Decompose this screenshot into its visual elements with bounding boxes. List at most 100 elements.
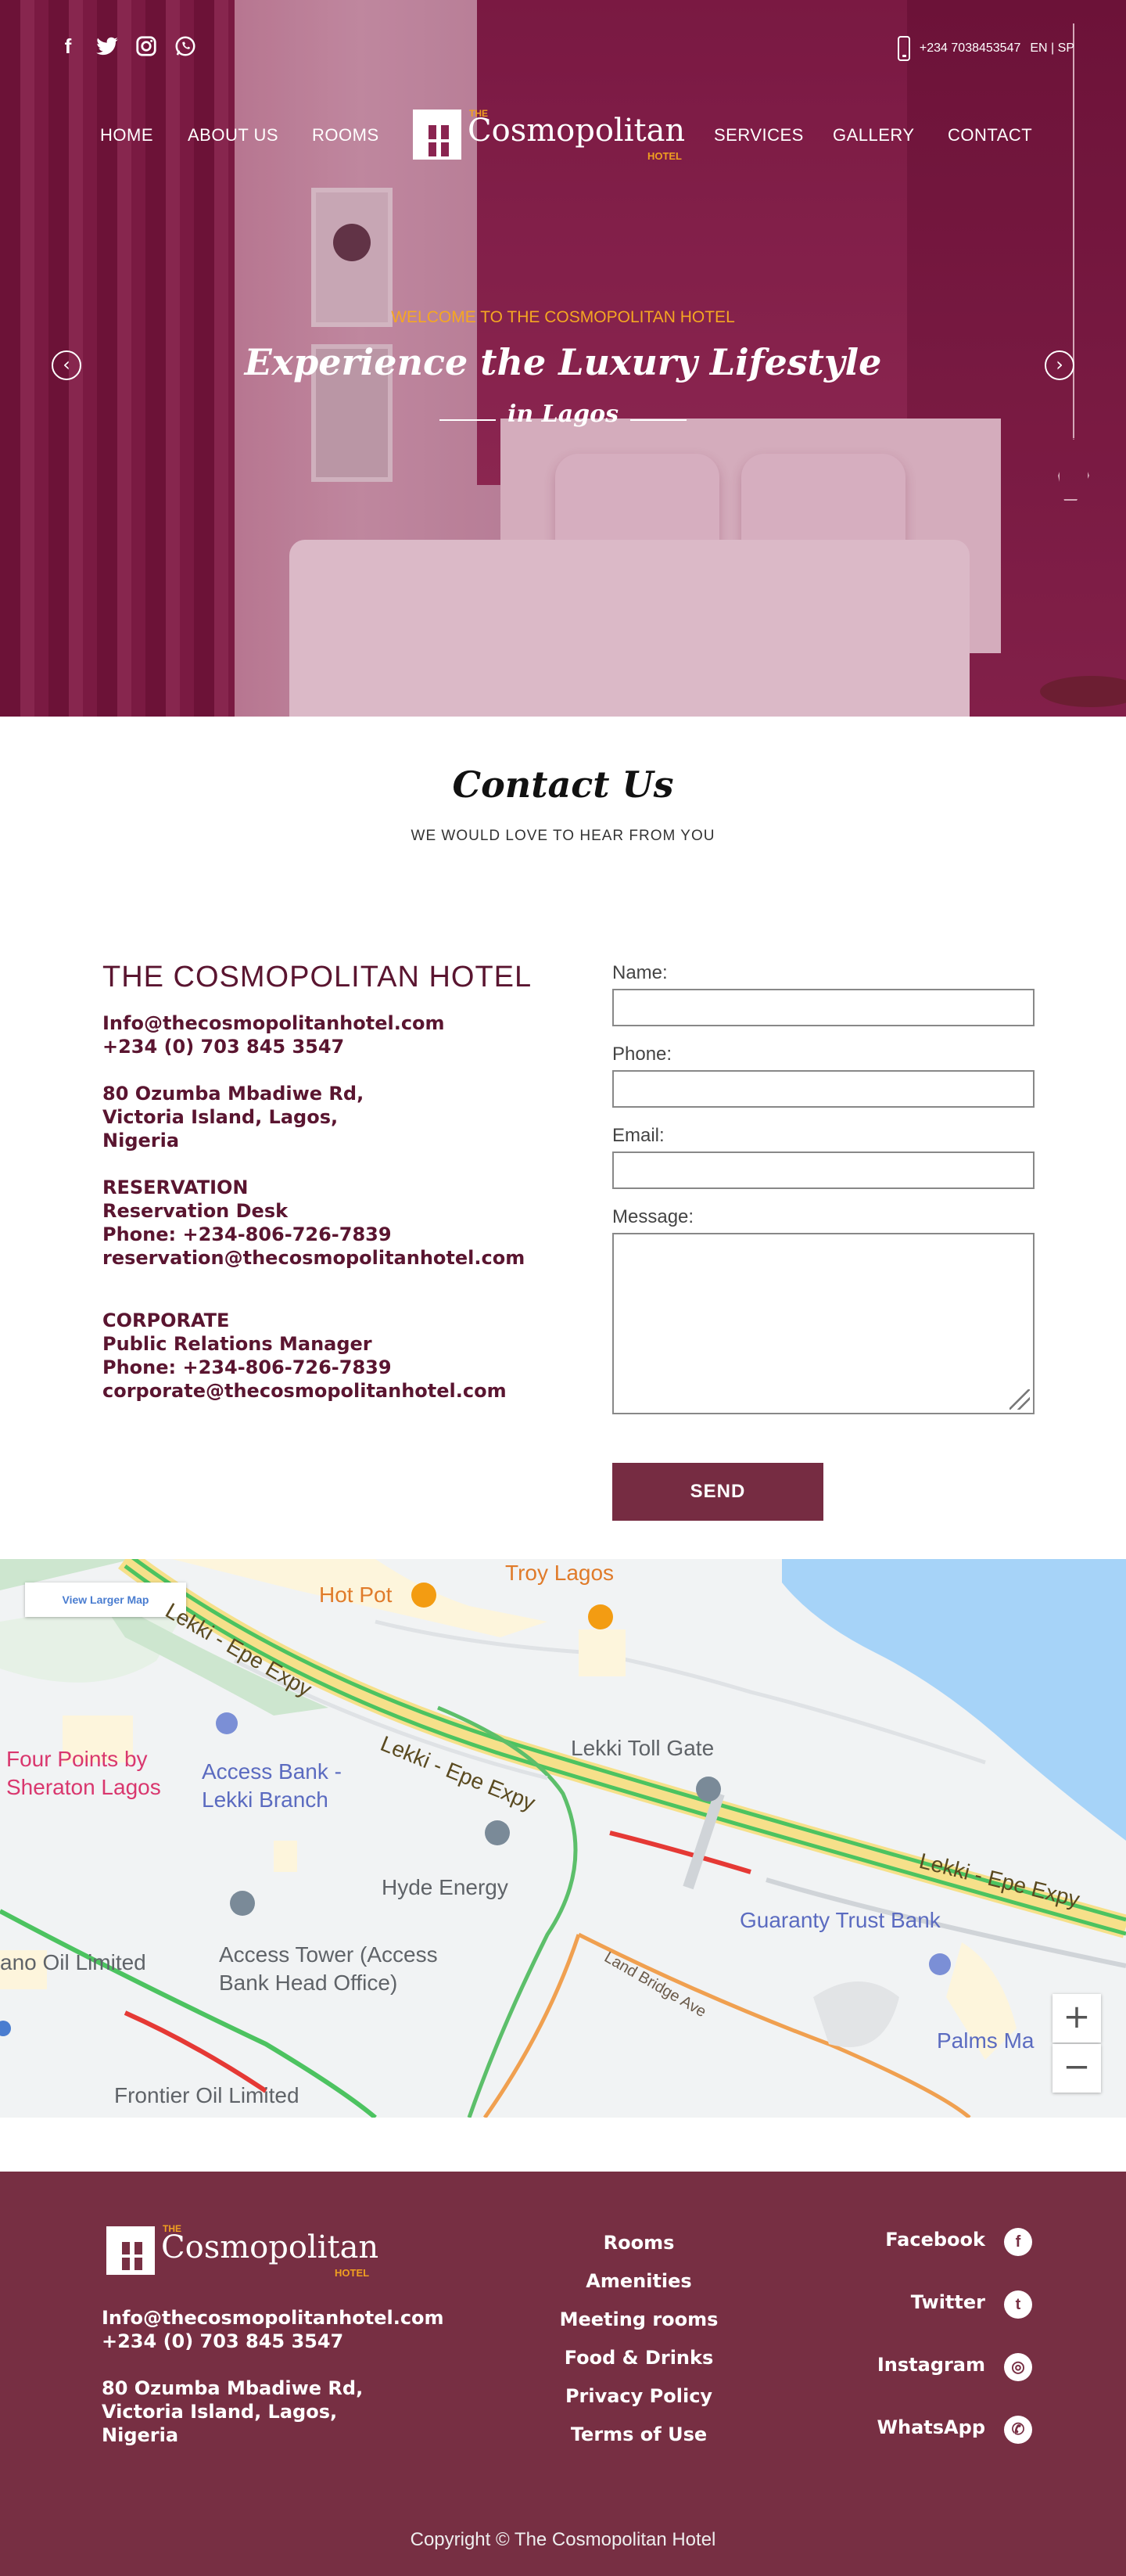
facebook-icon[interactable]: f bbox=[56, 34, 80, 58]
logo-name: Cosmopolitan bbox=[468, 113, 686, 149]
map-label[interactable]: Access Bank - bbox=[202, 1759, 342, 1784]
map-label[interactable]: ano Oil Limited bbox=[0, 1950, 146, 1975]
map-label[interactable]: Sheraton Lagos bbox=[6, 1775, 161, 1800]
corporate-heading: CORPORATE bbox=[102, 1310, 230, 1331]
corporate-email[interactable]: corporate@thecosmopolitanhotel.com bbox=[102, 1379, 540, 1403]
hero-welcome: WELCOME TO THE COSMOPOLITAN HOTEL bbox=[391, 308, 735, 326]
building-icon bbox=[413, 110, 461, 160]
map-label[interactable]: Frontier Oil Limited bbox=[114, 2083, 299, 2108]
page-title: Contact Us bbox=[452, 763, 674, 806]
hotel-logo[interactable]: THE Cosmopolitan HOTEL bbox=[413, 108, 686, 163]
map-label[interactable]: Four Points by bbox=[6, 1747, 148, 1772]
footer-link-privacy-policy[interactable]: Privacy Policy bbox=[508, 2381, 769, 2420]
google-map[interactable]: View Larger Map Hot Pot Troy Lagos Lekki… bbox=[0, 1559, 1126, 2118]
logo-hotel: HOTEL bbox=[335, 2267, 370, 2279]
map-label[interactable]: Palms Ma bbox=[937, 2028, 1034, 2053]
map-label[interactable]: Lekki Toll Gate bbox=[571, 1736, 714, 1761]
nav-services[interactable]: SERVICES bbox=[714, 125, 804, 146]
whatsapp-icon[interactable] bbox=[174, 34, 197, 58]
hotel-name: THE COSMOPOLITAN HOTEL bbox=[102, 961, 533, 993]
footer-contact-info: Info@thecosmopolitanhotel.com +234 (0) 7… bbox=[102, 2306, 444, 2447]
footer-phone[interactable]: +234 (0) 703 845 3547 bbox=[102, 2330, 444, 2353]
name-label: Name: bbox=[612, 962, 668, 983]
footer: THE Cosmopolitan HOTEL Info@thecosmopoli… bbox=[0, 2172, 1126, 2576]
message-label: Message: bbox=[612, 1206, 694, 1227]
footer-logo[interactable]: THE Cosmopolitan HOTEL bbox=[106, 2223, 379, 2279]
email-label: Email: bbox=[612, 1125, 665, 1146]
hero-subtitle: in Lagos bbox=[507, 401, 619, 428]
building-icon bbox=[106, 2226, 155, 2275]
corporate-desk: Public Relations Manager bbox=[102, 1333, 372, 1355]
footer-email[interactable]: Info@thecosmopolitanhotel.com bbox=[102, 2306, 444, 2330]
zoom-out-button[interactable]: − bbox=[1052, 2044, 1101, 2093]
social-label: Instagram bbox=[877, 2354, 985, 2376]
social-links: f bbox=[56, 34, 197, 58]
map-label[interactable]: Troy Lagos bbox=[505, 1561, 614, 1586]
contact-phone[interactable]: +234 (0) 703 845 3547 bbox=[102, 1035, 540, 1058]
view-larger-map-link[interactable]: View Larger Map bbox=[25, 1583, 186, 1617]
logo-hotel: HOTEL bbox=[647, 150, 682, 162]
corporate-phone[interactable]: Phone: +234-806-726-7839 bbox=[102, 1356, 540, 1379]
footer-social-twitter[interactable]: Twitter t bbox=[829, 2289, 1032, 2351]
footer-social-whatsapp[interactable]: WhatsApp ✆ bbox=[829, 2414, 1032, 2477]
logo-name: Cosmopolitan bbox=[161, 2229, 379, 2265]
footer-link-amenities[interactable]: Amenities bbox=[508, 2266, 769, 2305]
social-label: Twitter bbox=[910, 2291, 985, 2313]
topbar-phone[interactable]: +234 7038453547 bbox=[920, 41, 1020, 56]
instagram-icon[interactable] bbox=[134, 34, 158, 58]
social-label: WhatsApp bbox=[877, 2416, 985, 2438]
footer-links: Rooms Amenities Meeting rooms Food & Dri… bbox=[508, 2228, 769, 2458]
instagram-icon: ◎ bbox=[1004, 2353, 1032, 2381]
message-textarea[interactable] bbox=[612, 1233, 1035, 1414]
name-field[interactable] bbox=[612, 989, 1035, 1026]
send-button[interactable]: SEND bbox=[612, 1463, 823, 1521]
next-slide-button[interactable]: › bbox=[1045, 350, 1074, 380]
zoom-in-button[interactable]: + bbox=[1052, 1994, 1101, 2042]
map-label[interactable]: Lekki Branch bbox=[202, 1787, 328, 1813]
footer-link-terms-of-use[interactable]: Terms of Use bbox=[508, 2420, 769, 2458]
map-label[interactable]: Access Tower (Access bbox=[219, 1942, 438, 1967]
address-line: Nigeria bbox=[102, 1130, 180, 1151]
nav-gallery[interactable]: GALLERY bbox=[833, 125, 915, 146]
reservation-desk: Reservation Desk bbox=[102, 1200, 289, 1222]
page-subtitle: WE WOULD LOVE TO HEAR FROM YOU bbox=[411, 828, 715, 844]
nav-rooms[interactable]: ROOMS bbox=[312, 125, 379, 146]
footer-social-facebook[interactable]: Facebook f bbox=[829, 2226, 1032, 2289]
contact-topbar: +234 7038453547 EN | SP bbox=[897, 36, 1074, 61]
reservation-phone[interactable]: Phone: +234-806-726-7839 bbox=[102, 1223, 540, 1246]
prev-slide-button[interactable]: ‹ bbox=[52, 350, 81, 380]
whatsapp-icon: ✆ bbox=[1004, 2416, 1032, 2444]
contact-email[interactable]: Info@thecosmopolitanhotel.com bbox=[102, 1011, 540, 1035]
phone-icon bbox=[897, 36, 910, 61]
footer-social: Facebook f Twitter t Instagram ◎ WhatsAp… bbox=[829, 2226, 1032, 2477]
contact-info: THE COSMOPOLITAN HOTEL Info@thecosmopoli… bbox=[102, 961, 540, 1403]
nav-home[interactable]: HOME bbox=[100, 125, 153, 146]
nav-contact[interactable]: CONTACT bbox=[948, 125, 1032, 146]
footer-address-line: Victoria Island, Lagos, bbox=[102, 2401, 338, 2423]
divider bbox=[630, 419, 687, 421]
address-line: Victoria Island, Lagos, bbox=[102, 1106, 339, 1128]
reservation-heading: RESERVATION bbox=[102, 1177, 249, 1198]
contact-form: Name: Phone: Email: Message: bbox=[612, 962, 1035, 1414]
nav-about-us[interactable]: ABOUT US bbox=[188, 125, 278, 146]
facebook-icon: f bbox=[1004, 2228, 1032, 2256]
footer-address-line: Nigeria bbox=[102, 2424, 179, 2446]
footer-link-food-drinks[interactable]: Food & Drinks bbox=[508, 2343, 769, 2381]
map-label[interactable]: Hot Pot bbox=[319, 1583, 392, 1608]
social-label: Facebook bbox=[885, 2229, 985, 2251]
twitter-icon[interactable] bbox=[95, 34, 119, 58]
reservation-email[interactable]: reservation@thecosmopolitanhotel.com bbox=[102, 1246, 540, 1270]
map-label[interactable]: Hyde Energy bbox=[382, 1875, 508, 1900]
map-label[interactable]: Bank Head Office) bbox=[219, 1971, 397, 1996]
hero-title: Experience the Luxury Lifestyle bbox=[244, 341, 882, 383]
footer-social-instagram[interactable]: Instagram ◎ bbox=[829, 2351, 1032, 2414]
footer-link-rooms[interactable]: Rooms bbox=[508, 2228, 769, 2266]
map-label[interactable]: Guaranty Trust Bank bbox=[740, 1908, 941, 1933]
copyright: Copyright © The Cosmopolitan Hotel bbox=[410, 2529, 716, 2550]
phone-label: Phone: bbox=[612, 1044, 672, 1065]
address-line: 80 Ozumba Mbadiwe Rd, bbox=[102, 1083, 364, 1105]
phone-field[interactable] bbox=[612, 1070, 1035, 1108]
language-switcher[interactable]: EN | SP bbox=[1030, 41, 1074, 56]
footer-link-meeting-rooms[interactable]: Meeting rooms bbox=[508, 2305, 769, 2343]
email-field[interactable] bbox=[612, 1151, 1035, 1189]
